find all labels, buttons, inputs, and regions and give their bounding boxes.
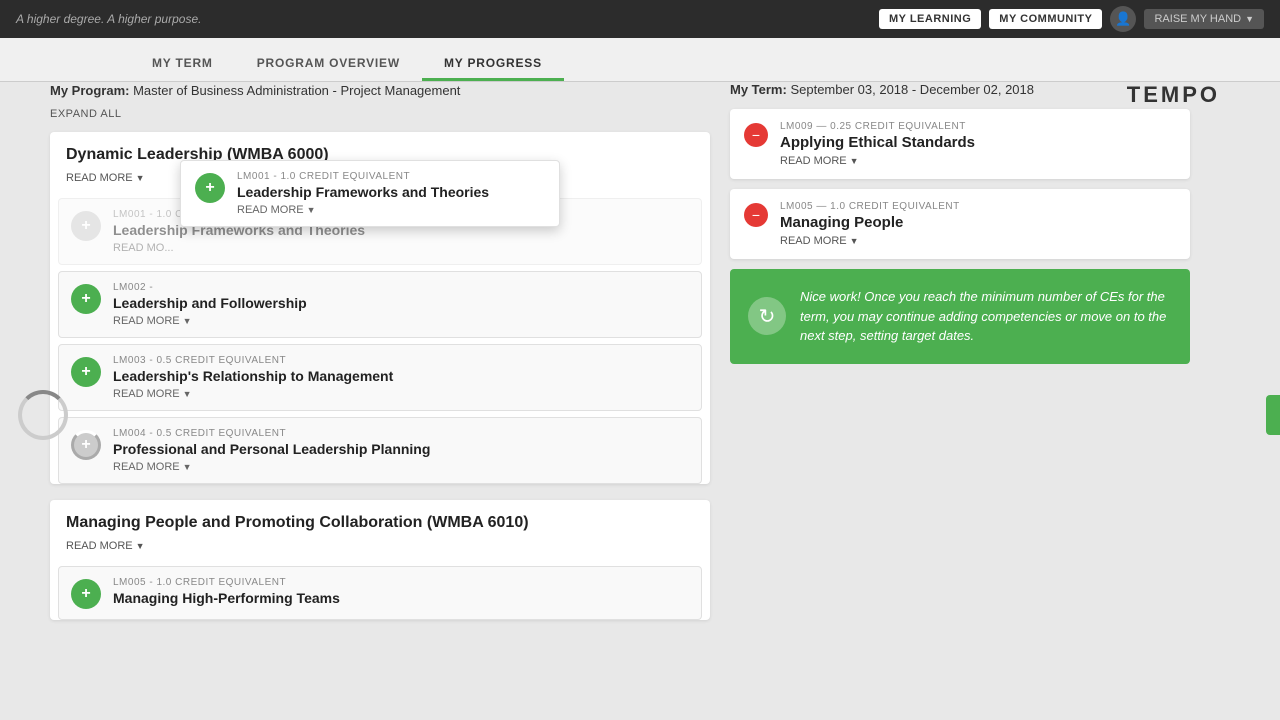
lm-title: Leadership Frameworks and Theories	[237, 184, 545, 200]
lm-info: LM003 - 0.5 CREDIT EQUIVALENT Leadership…	[113, 355, 689, 400]
lm-add-icon: +	[71, 211, 101, 241]
my-community-btn[interactable]: MY COMMUNITY	[989, 9, 1102, 29]
lm-info: LM005 - 1.0 CREDIT EQUIVALENT Managing H…	[113, 577, 689, 606]
course-section-wmba6010: Managing People and Promoting Collaborat…	[50, 500, 710, 620]
lm-card-lm003: + LM003 - 0.5 CREDIT EQUIVALENT Leadersh…	[58, 344, 702, 411]
info-box: ↻ Nice work! Once you reach the minimum …	[730, 269, 1190, 364]
info-box-text: Nice work! Once you reach the minimum nu…	[800, 287, 1172, 346]
lm-credit: LM002 -	[113, 282, 689, 293]
scroll-indicator	[1266, 395, 1280, 435]
top-nav: A higher degree. A higher purpose. MY LE…	[0, 0, 1280, 38]
term-info: LM005 — 1.0 CREDIT EQUIVALENT Managing P…	[780, 201, 1176, 247]
lm-title: Leadership's Relationship to Management	[113, 368, 689, 384]
term-card-lm009: − LM009 — 0.25 CREDIT EQUIVALENT Applyin…	[730, 109, 1190, 179]
lm-credit: LM005 - 1.0 CREDIT EQUIVALENT	[113, 577, 689, 588]
chevron-down-icon: ▼	[183, 316, 192, 326]
chevron-down-icon: ▼	[850, 156, 859, 166]
chevron-down-icon: ▼	[136, 173, 145, 183]
program-label: My Program: Master of Business Administr…	[50, 83, 460, 98]
tab-my-progress[interactable]: MY PROGRESS	[422, 48, 564, 81]
term-title: Managing People	[780, 214, 1176, 231]
chevron-down-icon: ▼	[183, 462, 192, 472]
my-term-header: My Term: September 03, 2018 - December 0…	[730, 82, 1190, 97]
tab-program-overview[interactable]: PROGRAM OVERVIEW	[235, 48, 422, 81]
lm-readmore[interactable]: READ MORE ▼	[237, 204, 545, 216]
lm-add-icon: +	[195, 173, 225, 203]
chevron-down-icon: ▼	[136, 541, 145, 551]
loading-spinner	[18, 390, 68, 440]
lm-credit: LM004 - 0.5 CREDIT EQUIVALENT	[113, 428, 689, 439]
user-icon: 👤	[1110, 6, 1136, 32]
lm-readmore[interactable]: READ MORE ▼	[113, 315, 689, 327]
my-learning-btn[interactable]: MY LEARNING	[879, 9, 981, 29]
remove-icon: −	[744, 123, 768, 147]
tab-my-term[interactable]: MY TERM	[130, 48, 235, 81]
course-section-title: Managing People and Promoting Collaborat…	[66, 514, 529, 532]
term-readmore[interactable]: READ MORE ▼	[780, 155, 1176, 167]
term-readmore[interactable]: READ MORE ▼	[780, 235, 1176, 247]
course-section-header: Managing People and Promoting Collaborat…	[50, 500, 710, 540]
lm-readmore[interactable]: READ MO...	[113, 242, 689, 254]
lm-add-icon: +	[71, 357, 101, 387]
chevron-down-icon: ▼	[850, 236, 859, 246]
lm-readmore[interactable]: READ MORE ▼	[113, 388, 689, 400]
lm-title: Leadership and Followership	[113, 295, 689, 311]
right-column: My Term: September 03, 2018 - December 0…	[730, 82, 1190, 636]
term-info: LM009 — 0.25 CREDIT EQUIVALENT Applying …	[780, 121, 1176, 167]
lm-info: LM004 - 0.5 CREDIT EQUIVALENT Profession…	[113, 428, 689, 473]
lm-card-lm002: + LM002 - Leadership and Followership RE…	[58, 271, 702, 338]
lm-info: LM001 - 1.0 CREDIT EQUIVALENT Leadership…	[237, 171, 545, 216]
lm-credit: LM003 - 0.5 CREDIT EQUIVALENT	[113, 355, 689, 366]
lm-readmore[interactable]: READ MORE ▼	[113, 461, 689, 473]
info-icon: ↻	[748, 297, 786, 335]
tab-bar: MY TERM PROGRAM OVERVIEW MY PROGRESS	[0, 38, 1280, 82]
term-credit: LM009 — 0.25 CREDIT EQUIVALENT	[780, 121, 1176, 132]
lm-card-lm005: + LM005 - 1.0 CREDIT EQUIVALENT Managing…	[58, 566, 702, 620]
popup-card-lm001: + LM001 - 1.0 CREDIT EQUIVALENT Leadersh…	[180, 160, 560, 227]
brand-text: A higher degree. A higher purpose.	[16, 12, 201, 26]
term-card-lm005: − LM005 — 1.0 CREDIT EQUIVALENT Managing…	[730, 189, 1190, 259]
program-header: My Program: Master of Business Administr…	[50, 82, 710, 122]
lm-add-icon: +	[71, 579, 101, 609]
raise-hand-btn[interactable]: RAISE MY HAND ▼	[1144, 9, 1264, 29]
chevron-down-icon: ▼	[1245, 14, 1254, 24]
term-credit: LM005 — 1.0 CREDIT EQUIVALENT	[780, 201, 1176, 212]
lm-info: LM002 - Leadership and Followership READ…	[113, 282, 689, 327]
remove-icon: −	[744, 203, 768, 227]
expand-all-link[interactable]: EXPAND ALL	[50, 108, 121, 120]
chevron-down-icon: ▼	[183, 389, 192, 399]
term-title: Applying Ethical Standards	[780, 134, 1176, 151]
lm-credit: LM001 - 1.0 CREDIT EQUIVALENT	[237, 171, 545, 182]
lm-add-icon: +	[71, 430, 101, 460]
chevron-down-icon: ▼	[307, 205, 316, 215]
lm-title: Managing High-Performing Teams	[113, 590, 689, 606]
lm-add-icon: +	[71, 284, 101, 314]
lm-card-lm004: + LM004 - 0.5 CREDIT EQUIVALENT Professi…	[58, 417, 702, 484]
lm-title: Professional and Personal Leadership Pla…	[113, 441, 689, 457]
course-section-readmore[interactable]: READ MORE ▼	[50, 540, 710, 560]
